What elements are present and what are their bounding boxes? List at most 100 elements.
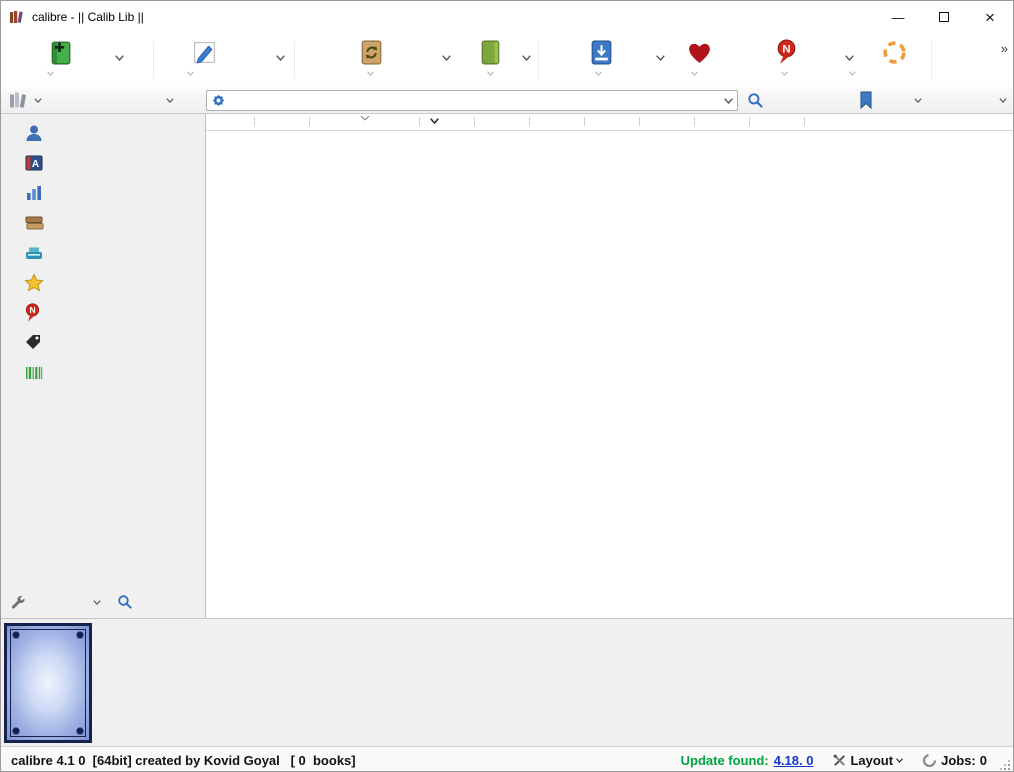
jobs-spinner-icon xyxy=(922,753,937,768)
dropdown-arrow-icon xyxy=(47,71,54,76)
sidebar-item-tags[interactable] xyxy=(1,328,205,358)
calibre-logo-icon xyxy=(9,9,25,25)
convert-books-button[interactable] xyxy=(356,37,386,67)
column-menu-arrow-icon[interactable] xyxy=(430,118,439,125)
edit-metadata-button[interactable] xyxy=(189,37,219,67)
dropdown-arrow-icon xyxy=(781,71,788,76)
toolbar-separator xyxy=(538,41,539,79)
minimize-button[interactable]: — xyxy=(875,1,921,33)
news-icon: N xyxy=(24,303,41,323)
connect-share-icon xyxy=(881,39,908,66)
search-box[interactable] xyxy=(206,90,738,111)
dropdown-arrow-icon xyxy=(487,71,494,76)
column-header[interactable] xyxy=(695,114,750,130)
column-header xyxy=(805,114,1013,130)
authors-icon xyxy=(24,123,44,143)
sidebar-item-formats[interactable] xyxy=(1,208,205,238)
jobs-button[interactable]: Jobs: 0 xyxy=(922,753,987,768)
main-toolbar: N » xyxy=(1,33,1013,87)
column-header[interactable] xyxy=(585,114,640,130)
tag-browser-footer xyxy=(1,592,205,614)
sidebar-item-publisher[interactable] xyxy=(1,238,205,268)
view-book-icon xyxy=(477,39,504,66)
library-switcher-menu-arrow-icon[interactable] xyxy=(34,98,42,104)
saved-search-button[interactable] xyxy=(859,91,873,110)
add-books-icon xyxy=(47,39,74,66)
column-header[interactable] xyxy=(310,114,420,130)
toolbar-overflow-button[interactable]: » xyxy=(1001,41,1008,56)
jobs-label: Jobs: xyxy=(941,752,976,768)
svg-text:N: N xyxy=(782,43,790,55)
column-header[interactable] xyxy=(255,114,310,130)
column-header[interactable] xyxy=(206,114,255,130)
donate-button[interactable] xyxy=(684,37,714,67)
configure-menu-arrow-icon[interactable] xyxy=(93,600,101,606)
sidebar-item-identifiers[interactable] xyxy=(1,358,205,388)
find-in-tag-browser-button[interactable] xyxy=(117,594,133,610)
book-cover[interactable] xyxy=(4,623,92,743)
saved-search-bookmark-icon xyxy=(859,91,873,113)
sidebar-item-news[interactable]: N xyxy=(1,298,205,328)
languages-icon: A xyxy=(24,153,44,173)
update-found-label: Update found: xyxy=(680,752,769,768)
connect-share-button[interactable] xyxy=(879,37,909,67)
minimize-icon: — xyxy=(891,9,905,25)
search-history-arrow-icon[interactable] xyxy=(719,91,737,110)
search-row xyxy=(1,87,1013,114)
view-book-menu-arrow-icon[interactable] xyxy=(522,55,531,62)
resize-grip[interactable] xyxy=(999,759,1010,770)
dropdown-arrow-icon xyxy=(595,71,602,76)
toolbar-separator xyxy=(153,41,154,79)
publisher-icon xyxy=(24,243,44,263)
layout-label: Layout xyxy=(850,752,894,768)
search-button[interactable] xyxy=(747,92,764,109)
column-header[interactable] xyxy=(475,114,530,130)
close-button[interactable]: × xyxy=(967,1,1013,33)
sidebar-item-languages[interactable]: A xyxy=(1,148,205,178)
update-version-link[interactable]: 4.18. 0 xyxy=(774,753,814,768)
view-book-button[interactable] xyxy=(475,37,505,67)
column-header[interactable] xyxy=(750,114,805,130)
maximize-button[interactable] xyxy=(921,1,967,33)
sort-indicator-icon xyxy=(360,115,370,121)
column-header[interactable] xyxy=(530,114,585,130)
edit-metadata-icon xyxy=(191,39,218,66)
save-to-disk-icon xyxy=(588,39,615,66)
formats-icon xyxy=(24,213,44,233)
series-icon xyxy=(24,183,44,203)
column-header[interactable] xyxy=(640,114,695,130)
library-books-icon xyxy=(8,92,28,114)
save-to-disk-menu-arrow-icon[interactable] xyxy=(656,55,665,62)
library-switcher-button[interactable] xyxy=(8,91,28,110)
advanced-search-gear-icon[interactable] xyxy=(211,93,226,108)
dropdown-arrow-icon xyxy=(367,71,374,76)
configure-wrench-icon xyxy=(9,595,27,615)
fetch-news-icon: N xyxy=(775,39,798,66)
identifiers-barcode-icon xyxy=(24,365,44,381)
sidebar-item-ratings[interactable] xyxy=(1,268,205,298)
column-header[interactable] xyxy=(420,114,475,130)
layout-button[interactable]: Layout xyxy=(832,752,904,768)
search-row-overflow-arrow-icon[interactable] xyxy=(999,98,1007,104)
edit-metadata-menu-arrow-icon[interactable] xyxy=(276,55,285,62)
configure-tag-browser-button[interactable] xyxy=(9,594,27,611)
tags-icon xyxy=(24,333,44,353)
dropdown-arrow-icon xyxy=(849,71,856,76)
add-books-button[interactable] xyxy=(45,37,75,67)
fetch-news-button[interactable]: N xyxy=(771,37,801,67)
saved-search-menu-arrow-icon[interactable] xyxy=(914,98,922,104)
fetch-news-menu-arrow-icon[interactable] xyxy=(845,55,854,62)
add-books-menu-arrow-icon[interactable] xyxy=(115,55,124,62)
book-list-header xyxy=(206,114,1013,131)
tag-browser: A N xyxy=(1,114,206,618)
save-to-disk-button[interactable] xyxy=(586,37,616,67)
convert-books-menu-arrow-icon[interactable] xyxy=(442,55,451,62)
dropdown-arrow-icon xyxy=(691,71,698,76)
sidebar-item-series[interactable] xyxy=(1,178,205,208)
search-input[interactable] xyxy=(226,91,719,110)
sidebar-item-authors[interactable] xyxy=(1,118,205,148)
titlebar: calibre - || Calib Lib || — × xyxy=(1,1,1013,33)
convert-books-icon xyxy=(358,39,385,66)
virtual-library-menu-arrow-icon[interactable] xyxy=(166,98,174,104)
ratings-star-icon xyxy=(24,273,44,293)
